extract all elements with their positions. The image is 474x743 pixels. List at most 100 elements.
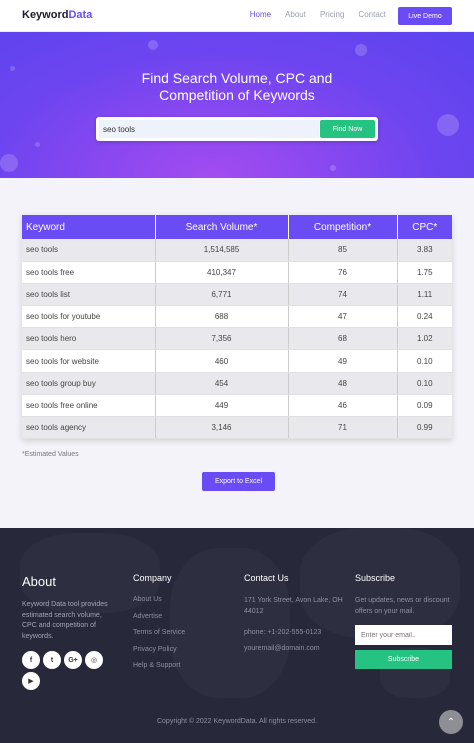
find-now-button[interactable]: Find Now <box>320 120 375 138</box>
cell-cpc: 0.99 <box>397 416 452 440</box>
contact-email[interactable]: youremail@domain.com <box>244 644 344 655</box>
table-row: seo tools for youtube 688 47 0.24 <box>22 305 452 329</box>
cell-competition: 71 <box>288 416 398 440</box>
nav-link-contact[interactable]: Contact <box>358 10 386 19</box>
footer-link-advertise[interactable]: Advertise <box>133 613 185 630</box>
cell-volume: 7,356 <box>155 327 289 351</box>
subscribe-text: Get updates, news or discount offers on … <box>355 597 450 615</box>
hero-section: Find Search Volume, CPC and Competition … <box>0 32 474 178</box>
estimated-values-note: *Estimated Values <box>22 451 79 458</box>
cell-competition: 68 <box>288 327 398 351</box>
header-search-volume: Search Volume* <box>155 215 289 239</box>
table-row: seo tools hero 7,356 68 1.02 <box>22 327 452 351</box>
contact-phone: phone: +1-202-555-0123 <box>244 629 322 636</box>
copyright-text: Copyright © 2022 KeywordData. All rights… <box>156 718 317 725</box>
cell-competition: 49 <box>288 349 398 373</box>
cell-volume: 6,771 <box>155 283 289 307</box>
footer-link-terms[interactable]: Terms of Service <box>133 629 185 646</box>
cell-volume: 449 <box>155 394 289 418</box>
decor-bubble <box>330 165 336 171</box>
cell-cpc: 1.11 <box>397 283 452 307</box>
decor-bubble <box>148 40 158 50</box>
decor-bubble <box>437 114 459 136</box>
footer-contact-info: 171 York Street, Avon Lake, OH 44012 pho… <box>244 596 344 654</box>
keyword-search-input[interactable] <box>99 120 319 138</box>
cell-cpc: 0.09 <box>397 394 452 418</box>
cell-keyword: seo tools agency <box>22 416 156 440</box>
chevron-up-icon: ⌃ <box>446 716 456 728</box>
subscribe-button[interactable]: Subscribe <box>355 650 452 669</box>
cell-keyword: seo tools for website <box>22 349 156 373</box>
cell-competition: 76 <box>288 261 398 284</box>
footer-company-links: About Us Advertise Terms of Service Priv… <box>133 596 185 679</box>
table-header-row: Keyword Search Volume* Competition* CPC* <box>22 215 452 239</box>
cell-cpc: 0.10 <box>397 372 452 395</box>
decor-bubble <box>355 44 367 56</box>
cell-keyword: seo tools list <box>22 283 156 307</box>
footer-subscribe-title: Subscribe <box>355 573 396 583</box>
facebook-icon[interactable]: f <box>22 651 40 669</box>
contact-address: 171 York Street, Avon Lake, OH 44012 <box>244 597 343 615</box>
cell-keyword: seo tools for youtube <box>22 305 156 329</box>
cell-competition: 74 <box>288 283 398 307</box>
footer-about-title: About <box>22 574 56 589</box>
table-row: seo tools free online 449 46 0.09 <box>22 394 452 418</box>
social-links: f t G+ ◎ ▶ <box>22 651 118 690</box>
nav-link-pricing[interactable]: Pricing <box>320 10 344 19</box>
cell-volume: 1,514,585 <box>155 239 289 262</box>
cell-volume: 410,347 <box>155 261 289 284</box>
cell-volume: 688 <box>155 305 289 329</box>
table-row: seo tools list 6,771 74 1.11 <box>22 283 452 307</box>
search-box: Find Now <box>96 117 378 141</box>
youtube-icon[interactable]: ▶ <box>22 672 40 690</box>
nav-links: Home About Pricing Contact <box>236 10 386 19</box>
live-demo-button[interactable]: Live Demo <box>398 7 452 25</box>
footer-link-help[interactable]: Help & Support <box>133 662 185 679</box>
cell-keyword: seo tools free <box>22 261 156 284</box>
footer-contact-title: Contact Us <box>244 573 289 583</box>
footer: About Keyword Data tool provides estimat… <box>0 528 474 743</box>
logo[interactable]: KeywordData <box>22 9 92 21</box>
nav-link-home[interactable]: Home <box>250 10 271 19</box>
cell-competition: 85 <box>288 239 398 262</box>
google-plus-icon[interactable]: G+ <box>64 651 82 669</box>
table-row: seo tools free 410,347 76 1.75 <box>22 261 452 284</box>
header-competition: Competition* <box>288 215 398 239</box>
table-row: seo tools group buy 454 48 0.10 <box>22 372 452 395</box>
nav-link-about[interactable]: About <box>285 10 306 19</box>
cell-competition: 48 <box>288 372 398 395</box>
hero-title: Find Search Volume, CPC and Competition … <box>141 70 333 103</box>
twitter-icon[interactable]: t <box>43 651 61 669</box>
subscribe-email-input[interactable] <box>355 625 452 645</box>
scroll-to-top-button[interactable]: ⌃ <box>439 710 463 734</box>
decor-bubble <box>35 142 40 147</box>
decor-bubble <box>0 154 18 172</box>
keyword-table: Keyword Search Volume* Competition* CPC*… <box>22 215 452 440</box>
footer-link-privacy[interactable]: Privacy Policy <box>133 646 185 663</box>
footer-company-title: Company <box>133 573 172 583</box>
instagram-icon[interactable]: ◎ <box>85 651 103 669</box>
cell-keyword: seo tools hero <box>22 327 156 351</box>
cell-volume: 460 <box>155 349 289 373</box>
cell-keyword: seo tools group buy <box>22 372 156 395</box>
header-cpc: CPC* <box>397 215 452 239</box>
footer-about-text: Keyword Data tool provides estimated sea… <box>22 601 108 640</box>
cell-keyword: seo tools free online <box>22 394 156 418</box>
top-navbar: KeywordData Home About Pricing Contact L… <box>0 0 474 32</box>
cell-cpc: 0.24 <box>397 305 452 329</box>
cell-cpc: 1.75 <box>397 261 452 284</box>
table-row: seo tools 1,514,585 85 3.83 <box>22 239 452 262</box>
header-keyword: Keyword <box>22 215 156 239</box>
cell-cpc: 3.83 <box>397 239 452 262</box>
cell-competition: 47 <box>288 305 398 329</box>
table-row: seo tools for website 460 49 0.10 <box>22 349 452 373</box>
footer-link-about-us[interactable]: About Us <box>133 596 185 613</box>
cell-volume: 454 <box>155 372 289 395</box>
cell-cpc: 0.10 <box>397 349 452 373</box>
export-excel-button[interactable]: Export to Excel <box>202 472 275 491</box>
table-row: seo tools agency 3,146 71 0.99 <box>22 416 452 440</box>
cell-volume: 3,146 <box>155 416 289 440</box>
cell-cpc: 1.02 <box>397 327 452 351</box>
cell-competition: 46 <box>288 394 398 418</box>
cell-keyword: seo tools <box>22 239 156 262</box>
